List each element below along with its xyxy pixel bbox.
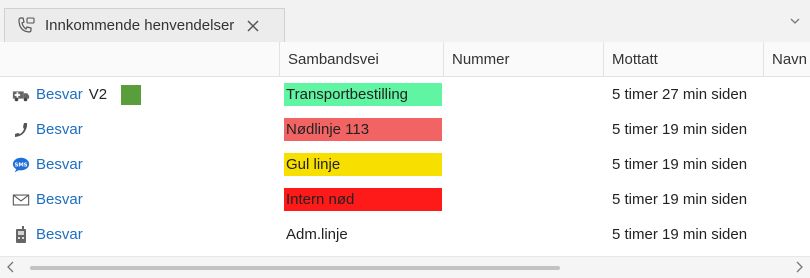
column-header-nummer[interactable]: Nummer [444,42,604,77]
received-cell: 5 timer 19 min siden [612,226,748,243]
table-row[interactable]: SMS Besvar Gul linje 5 timer 19 min side… [0,147,810,182]
sms-icon: SMS [12,156,30,174]
table-row[interactable]: Besvar V2 Transportbestilling 5 timer 27… [0,77,810,112]
column-header-navn[interactable]: Navn [764,42,810,77]
ambulance-icon [12,86,30,104]
channel-cell: Transportbestilling [284,83,442,106]
answer-button[interactable]: Besvar [36,191,83,208]
row-suffix: V2 [88,86,108,103]
phone-icon [12,121,30,139]
chevron-down-icon[interactable] [788,14,802,28]
svg-text:SMS: SMS [14,162,27,168]
received-cell: 5 timer 19 min siden [612,156,748,173]
radio-icon [12,225,30,244]
answer-button[interactable]: Besvar [36,86,83,103]
column-header-sambandsvei[interactable]: Sambandsvei [280,42,444,77]
tab-innkommende-henvendelser[interactable]: Innkommende henvendelser [4,8,285,42]
channel-cell: Adm.linje [286,226,348,243]
answer-button[interactable]: Besvar [36,226,83,243]
chevron-right-icon[interactable] [792,260,806,274]
column-header-mottatt[interactable]: Mottatt [604,42,764,77]
color-swatch [121,84,142,105]
answer-button[interactable]: Besvar [36,121,83,138]
column-header-action[interactable] [0,42,280,77]
tab-title: Innkommende henvendelser [45,17,235,34]
received-cell: 5 timer 19 min siden [612,191,748,208]
close-icon[interactable] [244,17,262,35]
table-row[interactable]: Besvar Nødlinje 113 5 timer 19 min siden [0,112,810,147]
horizontal-scrollbar[interactable] [0,256,810,278]
answer-button[interactable]: Besvar [36,156,83,173]
envelope-icon [12,191,30,209]
tab-bar: Innkommende henvendelser [0,0,810,43]
table-row[interactable]: Besvar Intern nød 5 timer 19 min siden [0,182,810,217]
chevron-left-icon[interactable] [4,260,18,274]
channel-cell: Intern nød [284,188,442,211]
phone-chat-icon [15,15,37,37]
channel-cell: Nødlinje 113 [284,118,442,141]
received-cell: 5 timer 19 min siden [612,121,748,138]
table-row[interactable]: Besvar Adm.linje 5 timer 19 min siden [0,217,810,252]
scrollbar-thumb[interactable] [30,266,560,270]
received-cell: 5 timer 27 min siden [612,86,748,103]
channel-cell: Gul linje [284,153,442,176]
